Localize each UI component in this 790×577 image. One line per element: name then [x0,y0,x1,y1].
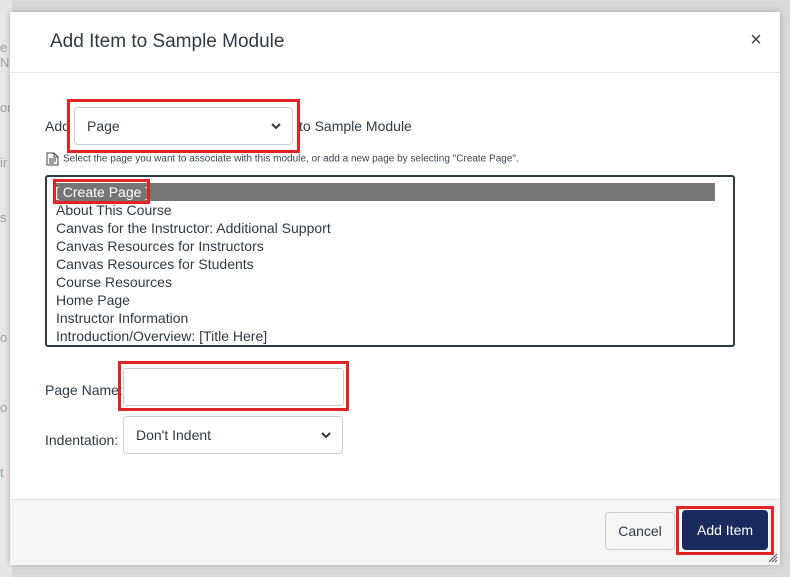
help-text: Select the page you want to associate wi… [46,152,519,166]
list-item[interactable]: Instructor Information [56,309,188,327]
help-text-label: Select the page you want to associate wi… [63,153,519,165]
list-item[interactable]: Canvas for the Instructor: Additional Su… [56,219,331,237]
dialog-footer: Cancel Add Item [10,499,780,565]
cancel-button[interactable]: Cancel [605,512,675,550]
item-type-select[interactable]: Page [74,107,293,145]
close-icon[interactable]: × [746,30,766,50]
list-item[interactable]: Course Resources [56,273,172,291]
chevron-down-icon [271,123,281,130]
list-item[interactable]: Home Page [56,291,130,309]
page-name-input[interactable] [123,368,344,406]
document-icon [46,152,59,166]
page-listbox[interactable]: [ Create Page ] About This Course Canvas… [45,175,735,347]
dialog-title: Add Item to Sample Module [50,31,285,52]
list-item[interactable]: Canvas Resources for Students [56,255,254,273]
add-suffix-label: to Sample Module [299,118,412,134]
add-prefix-label: Add [45,118,70,134]
indentation-label: Indentation: [45,432,119,448]
list-item[interactable]: Canvas Resources for Instructors [56,237,264,255]
chevron-down-icon [321,432,331,439]
list-item-create-page[interactable]: [ Create Page ] [55,183,715,201]
page-name-label: Page Name: [45,382,123,398]
indentation-select[interactable]: Don't Indent [123,416,343,454]
item-type-value: Page [87,118,120,134]
list-item[interactable]: About This Course [56,201,172,219]
dialog-header: Add Item to Sample Module × [10,12,780,73]
add-item-dialog: Add Item to Sample Module × Add Page to … [10,12,780,565]
add-item-button[interactable]: Add Item [682,510,768,550]
list-item[interactable]: Introduction/Overview: [Title Here] [56,327,267,345]
indentation-value: Don't Indent [136,427,212,443]
resize-grip-icon[interactable] [768,553,778,563]
